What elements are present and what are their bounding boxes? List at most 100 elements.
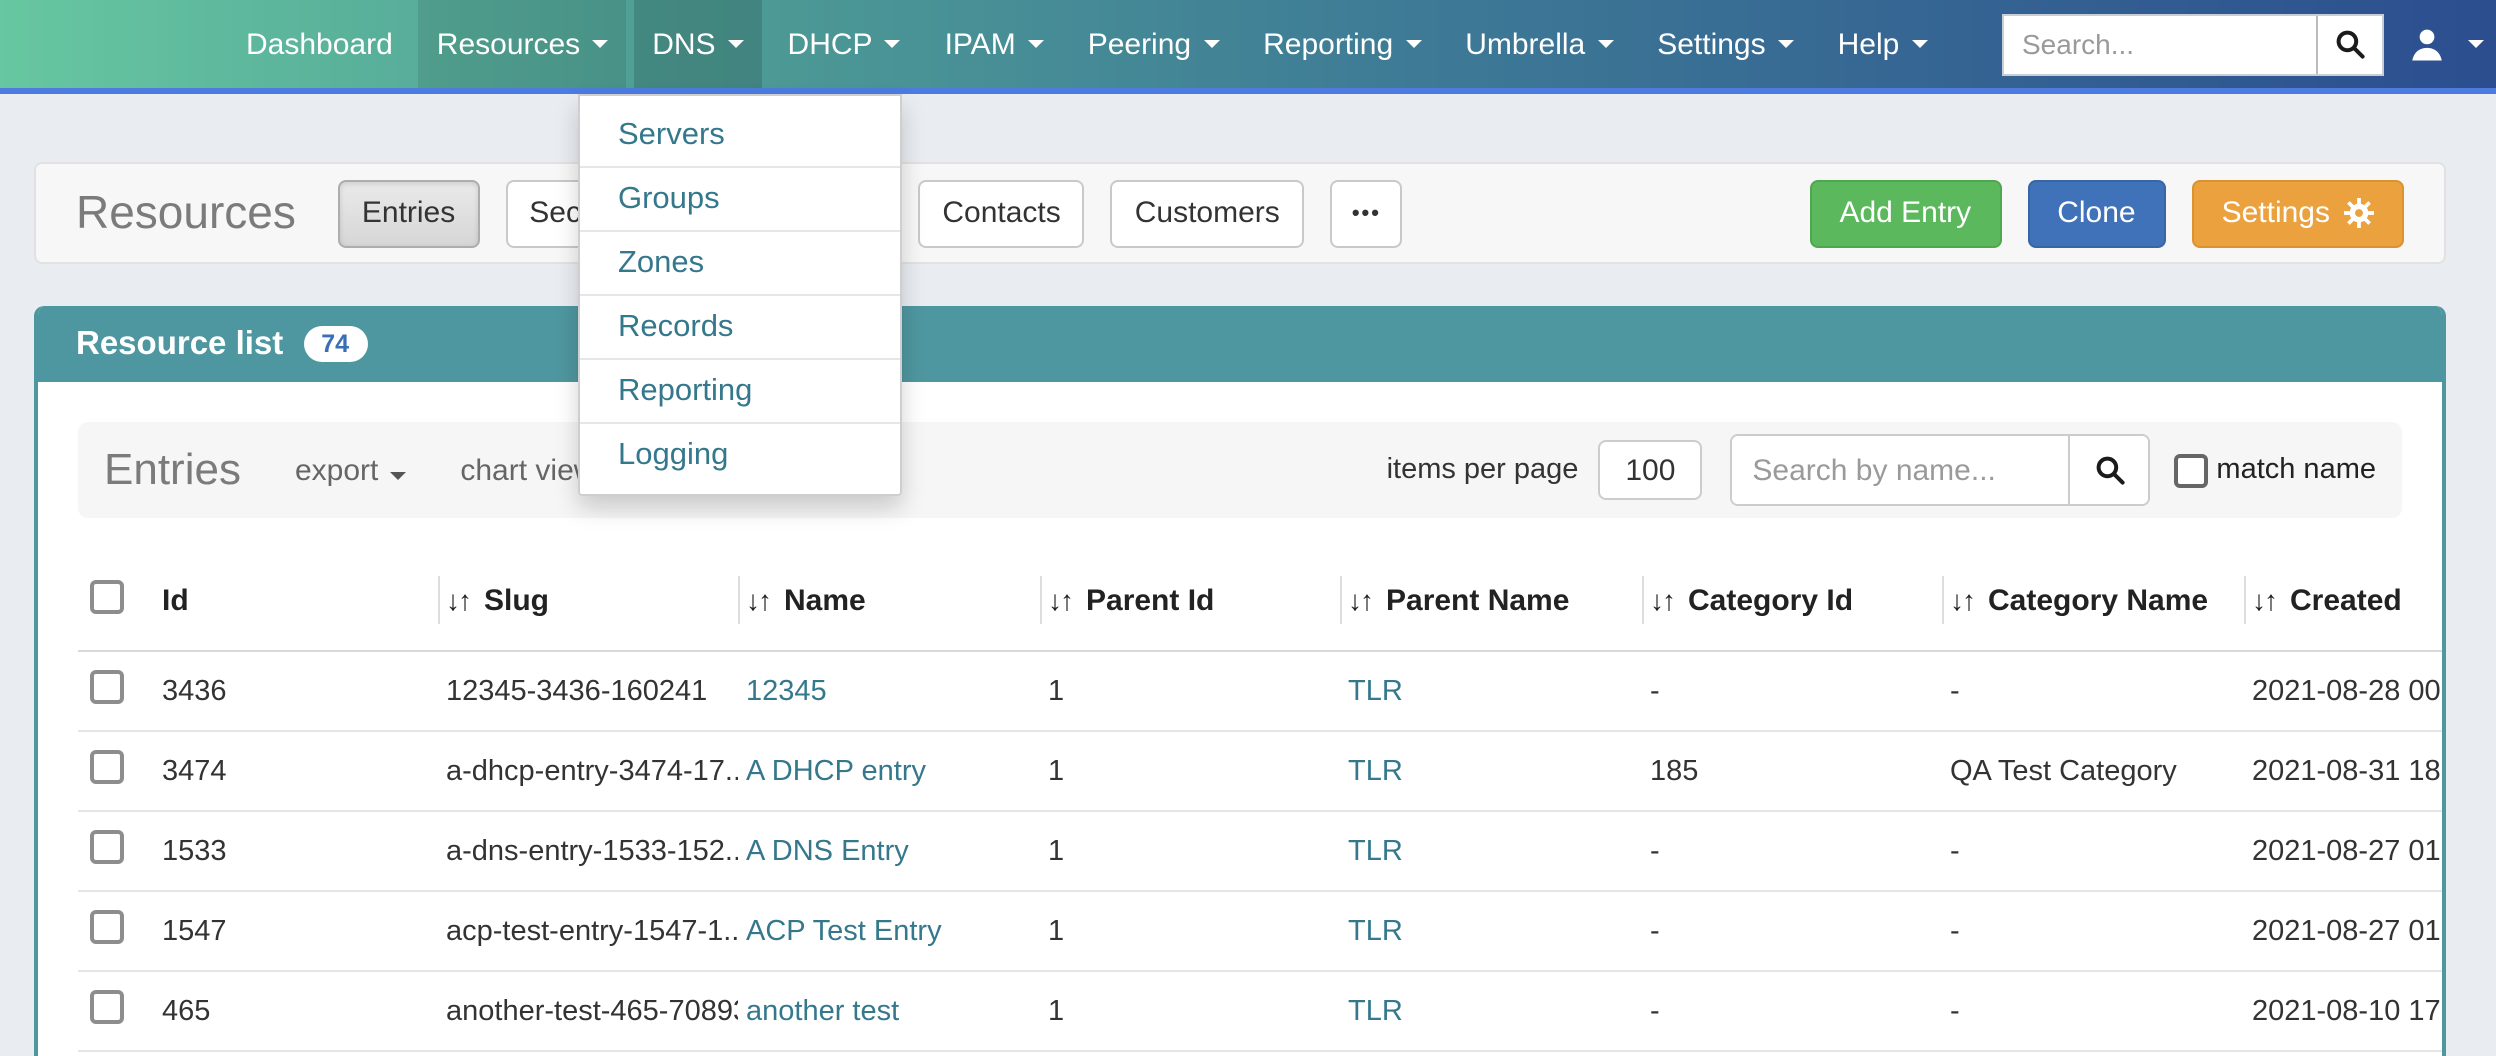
- cell-parent-id: 1: [1040, 891, 1340, 971]
- parent-name-link[interactable]: TLR: [1348, 915, 1403, 947]
- button-label: Settings: [2222, 196, 2330, 230]
- col-name[interactable]: ↓↑Name: [738, 550, 1040, 651]
- entry-name-link[interactable]: another test: [746, 995, 899, 1027]
- name-search-input[interactable]: [1732, 436, 2068, 504]
- nav-item-label: DNS: [652, 27, 715, 61]
- parent-name-link[interactable]: TLR: [1348, 755, 1403, 787]
- nav-search-input[interactable]: [2004, 15, 2316, 73]
- row-checkbox[interactable]: [90, 910, 124, 944]
- dns-menu-item-servers[interactable]: Servers: [580, 104, 900, 166]
- user-icon: [2408, 25, 2446, 63]
- parent-name-link[interactable]: TLR: [1348, 675, 1403, 707]
- page-header-bar: Resources EntriesSectionsContactsCustome…: [34, 162, 2446, 264]
- row-checkbox[interactable]: [90, 990, 124, 1024]
- items-per-page-input[interactable]: [1598, 440, 1702, 500]
- nav-item-help[interactable]: Help: [1820, 0, 1946, 88]
- tab-entries[interactable]: Entries: [338, 179, 479, 247]
- entry-name-link[interactable]: A DNS Entry: [746, 835, 909, 867]
- nav-item-peering[interactable]: Peering: [1070, 0, 1237, 88]
- col-parent-id[interactable]: ↓↑Parent Id: [1040, 550, 1340, 651]
- cell-name: ACP Test Entry: [738, 891, 1040, 971]
- chevron-down-icon: [1597, 40, 1613, 48]
- nav-item-dhcp[interactable]: DHCP: [770, 0, 919, 88]
- col-created[interactable]: ↓↑Created: [2244, 550, 2446, 651]
- chevron-down-icon: [2468, 40, 2484, 48]
- tab-customers[interactable]: Customers: [1111, 179, 1304, 247]
- app-root: Dashboard Resources DNS DHCPIPAM Peering Repo…: [0, 0, 2496, 1056]
- name-search-button[interactable]: [2068, 436, 2148, 504]
- gear-icon: [2344, 198, 2374, 228]
- action-buttons: Add Entry Clone Settings: [1809, 179, 2404, 247]
- sort-icon: ↓↑: [446, 583, 470, 615]
- col-label: Created: [2290, 583, 2402, 617]
- dns-menu-item-groups[interactable]: Groups: [580, 166, 900, 230]
- export-dropdown[interactable]: export: [295, 453, 406, 487]
- cell-parent-id: 1: [1040, 651, 1340, 731]
- nav-item-dashboard[interactable]: Dashboard: [228, 0, 411, 88]
- tab-contacts[interactable]: Contacts: [918, 179, 1084, 247]
- more-tabs-button[interactable]: •••: [1330, 179, 1403, 247]
- nav-item-dns[interactable]: DNS: [634, 0, 761, 88]
- chart-view-link[interactable]: chart view: [460, 453, 595, 487]
- settings-button[interactable]: Settings: [2192, 179, 2404, 247]
- dns-menu-item-logging[interactable]: Logging: [580, 422, 900, 486]
- cell-category-name: QA Test Category: [1942, 731, 2244, 811]
- nav-item-resources[interactable]: Resources: [419, 0, 626, 88]
- nav-item-ipam[interactable]: IPAM: [927, 0, 1062, 88]
- entry-name-link[interactable]: ACP Test Entry: [746, 915, 942, 947]
- cell-parent-name: TLR: [1340, 651, 1642, 731]
- dns-menu-item-reporting[interactable]: Reporting: [580, 358, 900, 422]
- col-label: Parent Name: [1386, 583, 1569, 617]
- entry-name-link[interactable]: A DHCP entry: [746, 755, 926, 787]
- button-label: Add Entry: [1839, 196, 1971, 230]
- dns-menu-item-records[interactable]: Records: [580, 294, 900, 358]
- user-menu-button[interactable]: [2408, 25, 2484, 63]
- page-title: Resources: [76, 186, 296, 240]
- nav-item-reporting[interactable]: Reporting: [1245, 0, 1439, 88]
- chevron-down-icon: [1405, 40, 1421, 48]
- cell-created: 2021-08-28 00: [2244, 651, 2446, 731]
- match-name-checkbox[interactable]: [2174, 453, 2208, 487]
- cell-category-id: -: [1642, 891, 1942, 971]
- nav-item-label: Dashboard: [246, 27, 393, 61]
- parent-name-link[interactable]: TLR: [1348, 995, 1403, 1027]
- row-checkbox[interactable]: [90, 670, 124, 704]
- row-checkbox[interactable]: [90, 750, 124, 784]
- nav-item-label: Peering: [1088, 27, 1191, 61]
- cell-id: 465: [154, 971, 438, 1051]
- clone-button[interactable]: Clone: [2027, 179, 2165, 247]
- cell-id: 3436: [154, 651, 438, 731]
- cell-parent-name: TLR: [1340, 811, 1642, 891]
- cell-category-name: -: [1942, 971, 2244, 1051]
- col-parent-name[interactable]: ↓↑Parent Name: [1340, 550, 1642, 651]
- col-label: Category Name: [1988, 583, 2208, 617]
- count-badge: 74: [303, 326, 367, 362]
- nav-item-umbrella[interactable]: Umbrella: [1447, 0, 1631, 88]
- dns-dropdown-menu: ServersGroupsZonesRecordsReportingLoggin…: [578, 94, 902, 496]
- col-slug[interactable]: ↓↑Slug: [438, 550, 738, 651]
- row-checkbox[interactable]: [90, 830, 124, 864]
- cell-category-name: -: [1942, 891, 2244, 971]
- cell-name: A DHCP entry: [738, 731, 1040, 811]
- chevron-down-icon: [1778, 40, 1794, 48]
- parent-name-link[interactable]: TLR: [1348, 835, 1403, 867]
- panel-title: Resource list: [76, 325, 283, 363]
- nav-item-settings[interactable]: Settings: [1639, 0, 1811, 88]
- nav-search-group: [2002, 13, 2384, 75]
- chevron-down-icon: [592, 40, 608, 48]
- cell-id: 1533: [154, 811, 438, 891]
- panel-header: Resource list 74: [38, 306, 2442, 382]
- select-all-checkbox[interactable]: [90, 579, 124, 613]
- nav-search-button[interactable]: [2316, 15, 2382, 73]
- nav-item-label: Reporting: [1263, 27, 1393, 61]
- dns-menu-item-zones[interactable]: Zones: [580, 230, 900, 294]
- entry-name-link[interactable]: 12345: [746, 675, 827, 707]
- name-search-group: [1730, 434, 2150, 506]
- cell-category-id: -: [1642, 651, 1942, 731]
- chevron-down-icon: [1911, 40, 1927, 48]
- sort-icon: ↓↑: [1950, 583, 1974, 615]
- col-category-id[interactable]: ↓↑Category Id: [1642, 550, 1942, 651]
- add-entry-button[interactable]: Add Entry: [1809, 179, 2001, 247]
- col-category-name[interactable]: ↓↑ Category Name: [1942, 550, 2244, 651]
- cell-slug: a-dns-entry-1533-152...: [438, 811, 738, 891]
